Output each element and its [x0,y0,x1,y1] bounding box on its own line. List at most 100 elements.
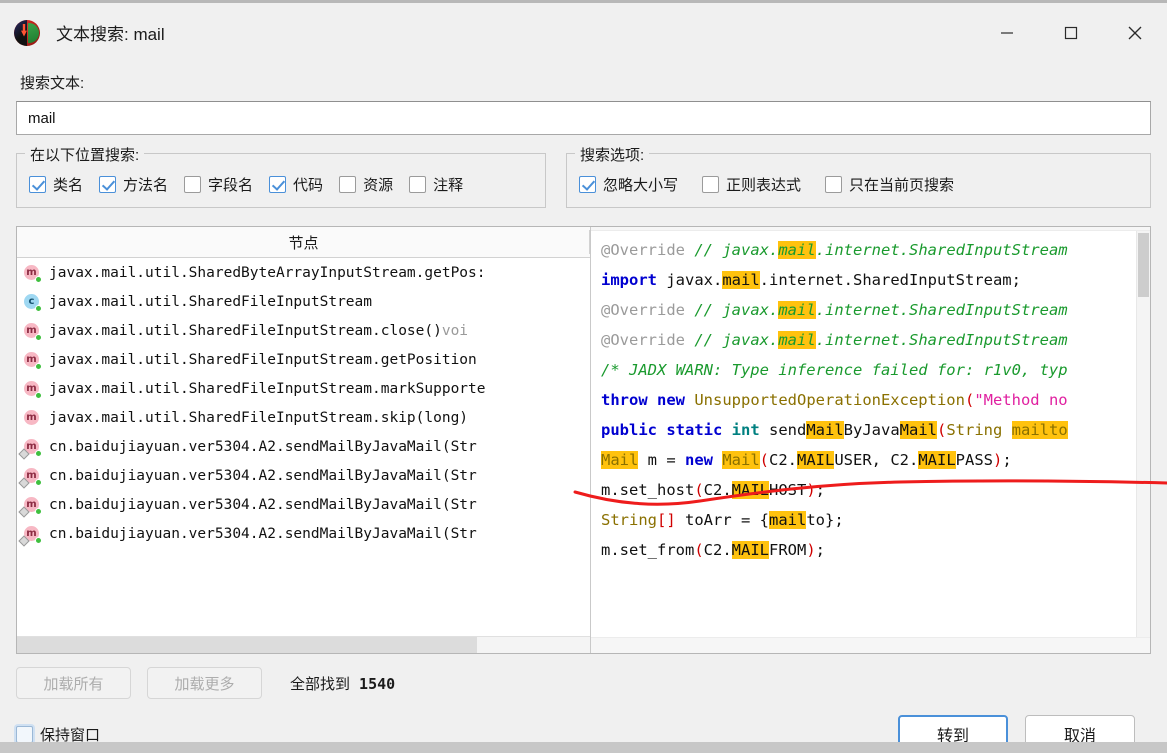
results-area: 节点 m javax.mail.util.SharedByteArrayInpu… [16,226,1151,654]
method-icon: m [23,264,42,283]
result-text: cn.baidujiayuan.ver5304.A2.sendMailByJav… [49,525,477,542]
results-footer: 加载所有 加载更多 全部找到 1540 [16,654,1151,699]
code-line: String[] toArr = {mailto}; [601,511,844,529]
code-line: @Override // javax.mail.internet.SharedI… [601,241,1068,259]
table-row[interactable]: m cn.baidujiayuan.ver5304.A2.sendMailByJ… [17,490,590,519]
result-text: javax.mail.util.SharedFileInputStream.cl… [49,322,442,339]
search-options-checkboxes: 忽略大小写 正则表达式 只在当前页搜索 [579,174,1138,195]
checkbox-label: 代码 [293,177,324,194]
checkbox-label: 字段名 [208,177,254,194]
result-text: cn.baidujiayuan.ver5304.A2.sendMailByJav… [49,496,477,513]
static-method-icon: m [18,467,42,489]
result-text: cn.baidujiayuan.ver5304.A2.sendMailByJav… [49,467,477,484]
minimize-button[interactable] [975,3,1039,62]
code-preview[interactable]: @Override // javax.mail.internet.SharedI… [591,231,1150,637]
code-vertical-scrollbar[interactable] [1136,231,1150,637]
table-row[interactable]: m javax.mail.util.SharedFileInputStream.… [17,316,590,345]
load-all-button[interactable]: 加载所有 [16,667,131,699]
found-count: 1540 [359,674,396,693]
checkbox-box[interactable] [339,176,357,193]
result-text: cn.baidujiayuan.ver5304.A2.sendMailByJav… [49,438,477,455]
found-status: 全部找到 1540 [290,673,395,694]
checkbox-label: 注释 [433,177,464,194]
code-line: public static int sendMailByJavaMail(Str… [601,421,1068,439]
checkbox-box[interactable] [29,176,46,193]
search-where-checkboxes: 类名 方法名 字段名 代码 资源 注释 [29,174,533,195]
table-row[interactable]: c javax.mail.util.SharedFileInputStream [17,287,590,316]
table-row[interactable]: m cn.baidujiayuan.ver5304.A2.sendMailByJ… [17,432,590,461]
search-options-title: 搜索选项: [575,144,650,165]
table-row[interactable]: m cn.baidujiayuan.ver5304.A2.sendMailByJ… [17,519,590,548]
result-return-type: voi [441,322,469,339]
result-text: javax.mail.util.SharedFileInputStream.sk… [49,409,469,426]
checkbox-regex[interactable]: 正则表达式 [702,174,801,195]
checkbox-resource[interactable]: 资源 [339,174,393,195]
search-where-group: 在以下位置搜索: 类名 方法名 字段名 代码 资源 注释 [16,144,546,208]
results-column-header[interactable]: 节点 [17,227,590,258]
checkbox-label: 类名 [53,177,84,194]
code-line: throw new UnsupportedOperationException(… [601,391,1068,409]
window-bottom-strip [0,742,1167,753]
checkbox-comment[interactable]: 注释 [409,174,463,195]
checkbox-class-name[interactable]: 类名 [29,174,83,195]
results-list-pane: 节点 m javax.mail.util.SharedByteArrayInpu… [17,227,591,653]
code-line: @Override // javax.mail.internet.SharedI… [601,331,1068,349]
checkbox-method-name[interactable]: 方法名 [99,174,168,195]
code-pane-bottom-gutter [591,637,1150,653]
code-line: import javax.mail.internet.SharedInputSt… [601,271,1021,289]
scrollbar-thumb[interactable] [1138,233,1149,297]
checkbox-box[interactable] [16,725,33,743]
table-row[interactable]: m javax.mail.util.SharedFileInputStream.… [17,403,590,432]
code-line: /* JADX WARN: Type inference failed for:… [601,361,1068,379]
code-line: m.set_host(C2.MAILHOST); [601,481,826,499]
checkbox-box[interactable] [579,176,596,193]
static-method-icon: m [18,496,42,518]
text-search-dialog: 文本搜索: mail 搜索文本: mail 在以下位置搜索: 类名 方法名 字段… [0,0,1167,753]
checkbox-label: 忽略大小写 [603,177,679,194]
table-row[interactable]: m javax.mail.util.SharedByteArrayInputSt… [17,258,590,287]
search-input[interactable]: mail [16,101,1151,135]
checkbox-box[interactable] [825,176,843,193]
jadx-app-icon [14,19,40,46]
checkbox-box[interactable] [702,176,720,193]
code-preview-pane: @Override // javax.mail.internet.SharedI… [591,227,1150,653]
checkbox-current-page-only[interactable]: 只在当前页搜索 [825,174,954,195]
checkbox-box[interactable] [99,176,117,193]
method-icon: m [23,380,42,399]
method-icon: m [23,322,42,341]
dialog-content: 搜索文本: mail 在以下位置搜索: 类名 方法名 字段名 代码 资源 注释 … [0,62,1167,753]
static-method-icon: m [18,438,42,460]
checkbox-ignore-case[interactable]: 忽略大小写 [579,174,678,195]
checkbox-box[interactable] [409,176,427,193]
result-text: javax.mail.util.SharedFileInputStream.ge… [49,351,477,368]
checkbox-code[interactable]: 代码 [269,174,323,195]
code-line: @Override // javax.mail.internet.SharedI… [601,301,1068,319]
table-row[interactable]: m cn.baidujiayuan.ver5304.A2.sendMailByJ… [17,461,590,490]
method-icon: m [23,409,41,427]
maximize-button[interactable] [1039,3,1103,62]
checkbox-label: 正则表达式 [726,177,802,194]
option-groups: 在以下位置搜索: 类名 方法名 字段名 代码 资源 注释 搜索选项: 忽略大小写… [16,144,1151,208]
search-where-title: 在以下位置搜索: [25,144,145,165]
results-list[interactable]: m javax.mail.util.SharedByteArrayInputSt… [17,258,590,636]
method-icon: m [23,351,42,370]
checkbox-box[interactable] [269,176,287,193]
table-row[interactable]: m javax.mail.util.SharedFileInputStream.… [17,345,590,374]
title-bar: 文本搜索: mail [0,3,1167,62]
window-controls [975,3,1167,62]
search-options-group: 搜索选项: 忽略大小写 正则表达式 只在当前页搜索 [566,144,1151,208]
checkbox-field-name[interactable]: 字段名 [184,174,253,195]
found-label: 全部找到 [290,675,351,693]
checkbox-label: 只在当前页搜索 [849,177,955,194]
static-method-icon: m [18,525,42,547]
code-line: m.set_from(C2.MAILFROM); [601,541,826,559]
load-more-button[interactable]: 加载更多 [147,667,262,699]
results-horizontal-scrollbar[interactable] [17,636,590,653]
table-row[interactable]: m javax.mail.util.SharedFileInputStream.… [17,374,590,403]
result-text: javax.mail.util.SharedByteArrayInputStre… [49,264,486,281]
scrollbar-thumb[interactable] [17,637,477,653]
close-button[interactable] [1103,3,1167,62]
checkbox-box[interactable] [184,176,202,193]
result-text: javax.mail.util.SharedFileInputStream [49,293,373,310]
checkbox-label: 资源 [363,177,394,194]
